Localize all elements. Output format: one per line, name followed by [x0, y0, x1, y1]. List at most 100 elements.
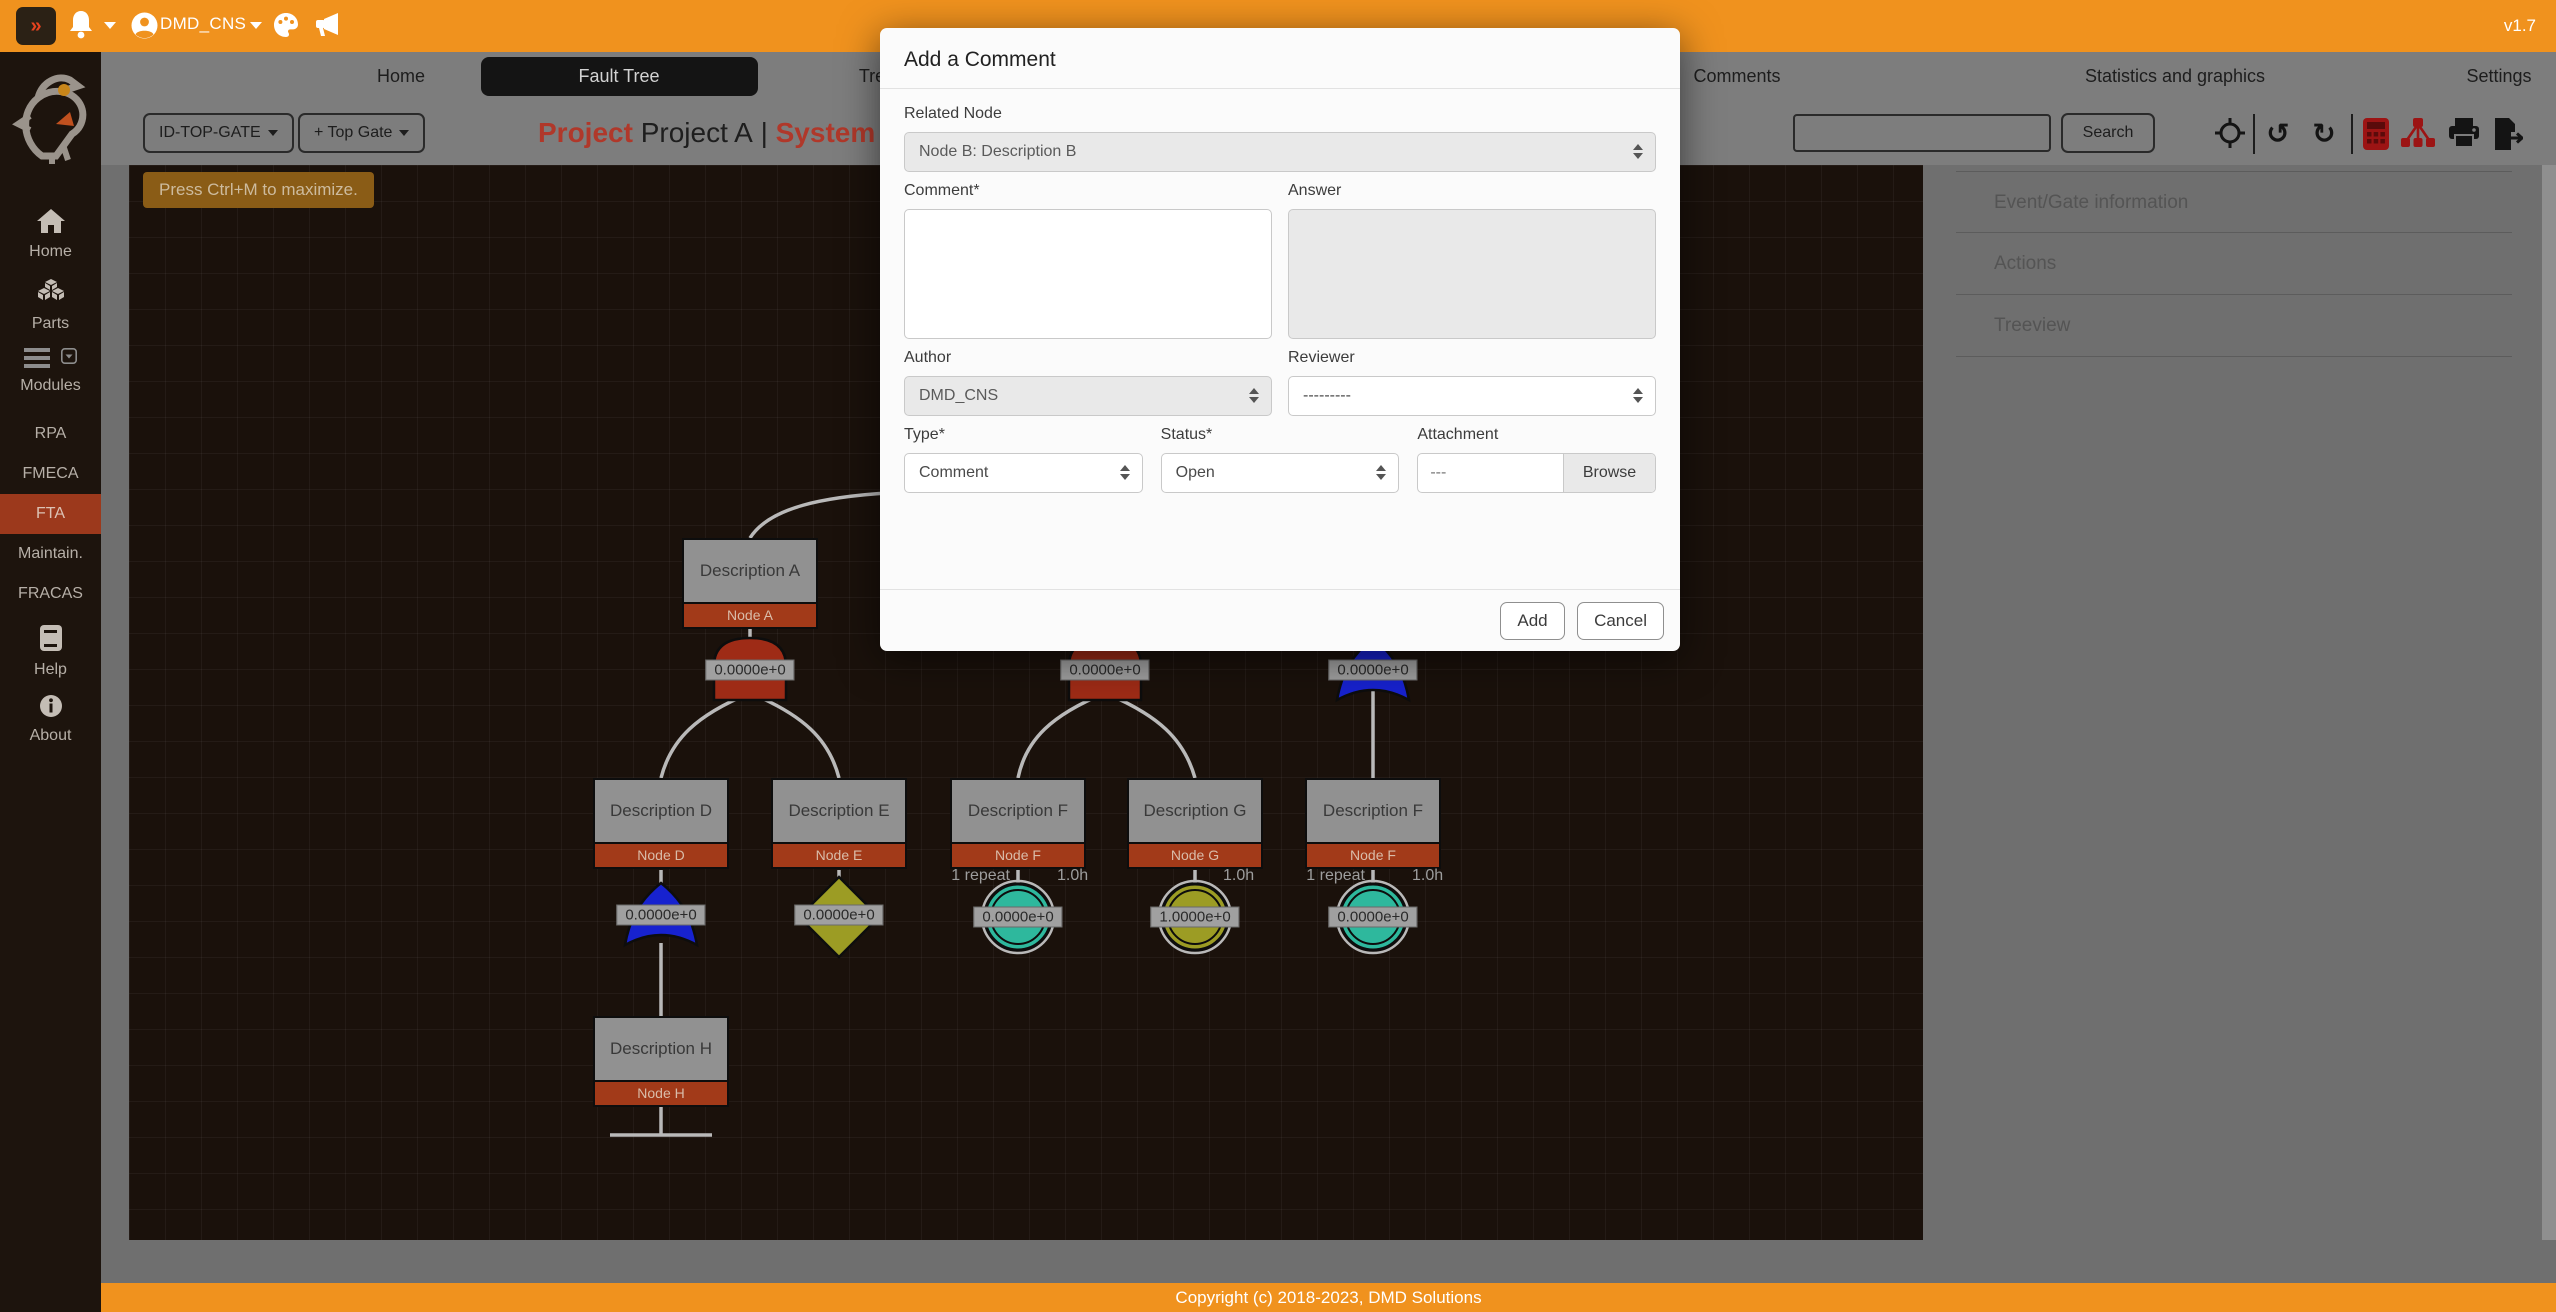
- event-annotation: 1.0h: [1057, 867, 1088, 885]
- tab-comments[interactable]: Comments: [1693, 52, 1780, 100]
- related-node-select[interactable]: Node B: Description B: [904, 132, 1656, 172]
- sidebar-item-home[interactable]: Home: [0, 208, 101, 261]
- gate-id-dropdown[interactable]: ID-TOP-GATE: [143, 113, 294, 153]
- browse-button[interactable]: Browse: [1563, 454, 1655, 492]
- reviewer-label: Reviewer: [1288, 349, 1656, 367]
- node-f[interactable]: Description FNode F: [950, 778, 1086, 869]
- sidebar-item-about[interactable]: About: [0, 694, 101, 745]
- sidebar-item-help[interactable]: Help: [0, 624, 101, 679]
- node-d[interactable]: Description DNode D: [593, 778, 729, 869]
- add-comment-modal: Add a Comment Related Node Node B: Descr…: [880, 28, 1680, 651]
- chevron-down-icon: [268, 130, 278, 136]
- event-annotation: 1 repeat: [951, 867, 1010, 885]
- palette-icon[interactable]: [272, 11, 300, 44]
- add-top-gate-button[interactable]: + Top Gate: [298, 113, 425, 153]
- type-select[interactable]: Comment: [904, 453, 1143, 493]
- info-icon: [39, 694, 63, 718]
- tab-home[interactable]: Home: [377, 52, 425, 100]
- user-menu[interactable]: DMD_CNS: [160, 14, 246, 34]
- node-e[interactable]: Description ENode E: [771, 778, 907, 869]
- author-select: DMD_CNS: [904, 376, 1272, 416]
- sidebar-item-modules[interactable]: Modules: [0, 348, 101, 395]
- sidebar-item-label: Home: [0, 243, 101, 261]
- panel-section-actions[interactable]: Actions: [1956, 233, 2512, 295]
- event-annotation: 1.0h: [1223, 867, 1254, 885]
- reviewer-select[interactable]: ---------: [1288, 376, 1656, 416]
- status-select[interactable]: Open: [1161, 453, 1400, 493]
- probability-badge: 0.0000e+0: [1328, 907, 1417, 928]
- event-description: Description A: [684, 540, 816, 602]
- event-annotation: 1.0h: [1412, 867, 1443, 885]
- related-node-label: Related Node: [904, 105, 1656, 123]
- sidebar-item-fmeca[interactable]: FMECA: [0, 454, 101, 494]
- panel-section-treeview[interactable]: Treeview: [1956, 295, 2512, 357]
- event-description: Description E: [773, 780, 905, 842]
- toolbar-divider: [2253, 114, 2255, 154]
- undo-icon[interactable]: ↺: [2261, 118, 2295, 150]
- attachment-value[interactable]: ---: [1418, 454, 1563, 492]
- footer: Copyright (c) 2018-2023, DMD Solutions: [101, 1283, 2556, 1312]
- sidebar-item-maintain[interactable]: Maintain.: [0, 534, 101, 574]
- event-description: Description D: [595, 780, 727, 842]
- home-icon: [36, 208, 66, 234]
- probability-badge: 0.0000e+0: [794, 905, 883, 926]
- event-node-id: Node F: [1307, 842, 1439, 867]
- event-node-id: Node A: [684, 602, 816, 627]
- logo-bird[interactable]: [12, 60, 90, 173]
- cubes-icon: [35, 278, 67, 306]
- chevron-down-icon: [399, 130, 409, 136]
- event-description: Description F: [952, 780, 1084, 842]
- redo-icon[interactable]: ↻: [2307, 118, 2341, 150]
- node-g[interactable]: Description GNode G: [1127, 778, 1263, 869]
- probability-badge: 0.0000e+0: [616, 905, 705, 926]
- modal-body: Related Node Node B: Description B Comme…: [880, 89, 1680, 493]
- attachment-label: Attachment: [1417, 426, 1656, 444]
- attachment-input-group: --- Browse: [1417, 453, 1656, 493]
- tab-settings[interactable]: Settings: [2466, 52, 2531, 100]
- sidebar: Home Parts Modules RPA FMECA FTA Maintai…: [0, 52, 101, 1312]
- scrollbar[interactable]: [2542, 165, 2556, 1240]
- select-arrows-icon: [1633, 144, 1643, 159]
- cancel-button[interactable]: Cancel: [1577, 602, 1664, 640]
- comment-label: Comment*: [904, 182, 1272, 200]
- export-icon[interactable]: [2491, 118, 2525, 150]
- sidebar-item-label: Modules: [0, 377, 101, 395]
- modules-dropdown-icon[interactable]: [61, 348, 77, 369]
- event-node-id: Node D: [595, 842, 727, 867]
- search-button[interactable]: Search: [2061, 113, 2155, 153]
- print-icon[interactable]: [2447, 118, 2481, 150]
- node-f-repeat[interactable]: Description FNode F: [1305, 778, 1441, 869]
- bell-icon[interactable]: [68, 9, 94, 44]
- node-h[interactable]: Description HNode H: [593, 1016, 729, 1107]
- bell-caret-icon[interactable]: [104, 22, 116, 29]
- calculator-icon[interactable]: [2359, 118, 2393, 150]
- node-a[interactable]: Description ANode A: [682, 538, 818, 629]
- diagram-icon[interactable]: [2401, 118, 2435, 150]
- add-button[interactable]: Add: [1500, 602, 1564, 640]
- target-icon[interactable]: [2213, 118, 2247, 150]
- sidebar-collapse-button[interactable]: »: [16, 7, 56, 45]
- comment-textarea[interactable]: [904, 209, 1272, 339]
- search-input[interactable]: [1793, 114, 2051, 152]
- probability-badge: 0.0000e+0: [973, 907, 1062, 928]
- sidebar-item-fracas[interactable]: FRACAS: [0, 574, 101, 614]
- event-description: Description G: [1129, 780, 1261, 842]
- user-icon[interactable]: [131, 12, 158, 44]
- select-arrows-icon: [1633, 388, 1643, 403]
- select-arrows-icon: [1249, 388, 1259, 403]
- answer-label: Answer: [1288, 182, 1656, 200]
- sidebar-item-label: Help: [0, 661, 101, 679]
- sidebar-item-parts[interactable]: Parts: [0, 278, 101, 333]
- event-annotation: 1 repeat: [1306, 867, 1365, 885]
- tab-fault-tree[interactable]: Fault Tree: [578, 52, 659, 100]
- tab-statistics[interactable]: Statistics and graphics: [2085, 52, 2265, 100]
- book-icon: [39, 624, 63, 652]
- modal-title: Add a Comment: [904, 48, 1656, 72]
- megaphone-icon[interactable]: [312, 11, 342, 44]
- panel-section-event-gate-information[interactable]: Event/Gate information: [1956, 171, 2512, 233]
- sidebar-item-fta[interactable]: FTA: [0, 494, 101, 534]
- event-description: Description F: [1307, 780, 1439, 842]
- sidebar-item-rpa[interactable]: RPA: [0, 414, 101, 454]
- modal-header: Add a Comment: [880, 28, 1680, 89]
- user-caret-icon[interactable]: [250, 22, 262, 29]
